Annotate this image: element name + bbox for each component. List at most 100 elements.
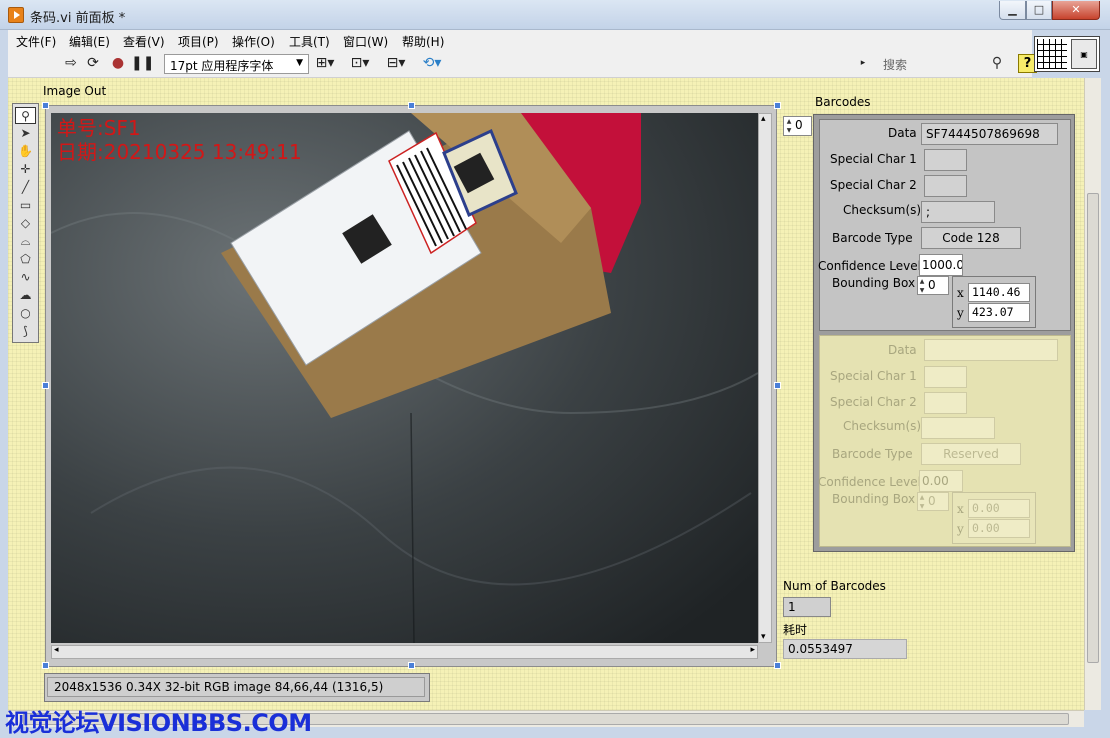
scroll-left-icon[interactable]: ◂: [54, 645, 59, 655]
checksum-label: Checksum(s): [843, 419, 922, 433]
data-field[interactable]: SF7444507869698: [921, 123, 1058, 145]
connector-grid-icon: [1037, 39, 1067, 69]
abort-icon[interactable]: ●: [109, 55, 127, 72]
barcode-type-field[interactable]: Code 128: [921, 227, 1021, 249]
bbox-spinner-icon[interactable]: ▲ ▼: [918, 493, 926, 510]
freehand-region-icon[interactable]: ☁: [15, 287, 36, 304]
index-spinner-icon[interactable]: ▲ ▼: [785, 117, 793, 135]
special-char2-label: Special Char 2: [830, 178, 917, 192]
toolbar-expand-icon[interactable]: ▸: [858, 55, 868, 72]
menu-window[interactable]: 窗口(W): [343, 33, 388, 50]
x-label: x: [957, 286, 964, 300]
array-index[interactable]: ▲ ▼ 0: [783, 116, 812, 136]
connector-pane-icon[interactable]: ▣: [1034, 36, 1100, 72]
panel-vertical-scrollbar[interactable]: [1084, 78, 1101, 710]
scroll-up-icon[interactable]: ▴: [761, 114, 766, 124]
menu-project[interactable]: 项目(P): [178, 33, 219, 50]
image-out-label: Image Out: [43, 84, 107, 98]
image-vertical-scrollbar[interactable]: ▴ ▾: [758, 113, 772, 643]
image-canvas[interactable]: 单号:SF1 日期:20210325 13:49:11: [51, 113, 758, 643]
image-tools-palette: ⚲ ➤ ✋ ✛ ╱ ▭ ◇ ⌓ ⬠ ∿ ☁ ○ ⟆: [12, 103, 39, 343]
menu-file[interactable]: 文件(F): [16, 33, 56, 50]
distribute-objects-icon[interactable]: ⊡▾: [346, 55, 374, 72]
bbox-index-value: 0: [928, 494, 936, 508]
bbox-index[interactable]: ▲ ▼ 0: [917, 492, 949, 511]
resize-handle[interactable]: [408, 102, 415, 109]
special-char1-field[interactable]: [924, 149, 967, 171]
menu-tools[interactable]: 工具(T): [289, 33, 330, 50]
overlay-date: 日期:20210325 13:49:11: [57, 140, 302, 164]
freehand-tool-icon[interactable]: ∿: [15, 269, 36, 286]
menu-edit[interactable]: 编辑(E): [69, 33, 110, 50]
run-continuously-icon[interactable]: ⟳: [84, 55, 102, 72]
resize-handle[interactable]: [42, 662, 49, 669]
y-label: y: [957, 522, 964, 536]
align-objects-icon[interactable]: ⊞▾: [311, 55, 339, 72]
chevron-down-icon: ▼: [296, 58, 303, 68]
image-horizontal-scrollbar[interactable]: ◂ ▸: [51, 645, 758, 659]
run-arrow-icon[interactable]: ⇨: [62, 55, 80, 72]
resize-handle[interactable]: [42, 102, 49, 109]
resize-handle[interactable]: [42, 382, 49, 389]
polygon-tool-icon[interactable]: ⬠: [15, 251, 36, 268]
font-select[interactable]: 17pt 应用程序字体 ▼: [164, 54, 309, 74]
elapsed-time-field[interactable]: 0.0553497: [783, 639, 907, 659]
captured-photo: 单号:SF1 日期:20210325 13:49:11: [51, 113, 758, 643]
x-field[interactable]: 1140.46: [968, 283, 1030, 302]
menu-help[interactable]: 帮助(H): [402, 33, 444, 50]
bbox-index-value: 0: [928, 278, 936, 292]
resize-handle[interactable]: [774, 102, 781, 109]
confidence-field[interactable]: 1000.0: [919, 254, 963, 276]
oval-tool-icon[interactable]: ○: [15, 305, 36, 322]
confidence-field[interactable]: 0.00: [919, 470, 963, 492]
bounding-box-label: Bounding Box: [832, 492, 916, 506]
special-char1-field[interactable]: [924, 366, 967, 388]
num-barcodes-field[interactable]: 1: [783, 597, 831, 617]
zoom-tool-icon[interactable]: ⚲: [15, 107, 36, 124]
special-char2-field[interactable]: [924, 392, 967, 414]
resize-handle[interactable]: [774, 382, 781, 389]
resize-handle[interactable]: [774, 662, 781, 669]
scroll-right-icon[interactable]: ▸: [750, 645, 755, 655]
point-tool-icon[interactable]: ✛: [15, 161, 36, 178]
special-char2-field[interactable]: [924, 175, 967, 197]
bbox-spinner-icon[interactable]: ▲ ▼: [918, 277, 926, 294]
y-field[interactable]: 0.00: [968, 519, 1030, 538]
data-field[interactable]: [924, 339, 1058, 361]
pan-tool-icon[interactable]: ✋: [15, 143, 36, 160]
close-button[interactable]: ✕: [1052, 1, 1100, 20]
maximize-button[interactable]: □: [1026, 1, 1052, 20]
resize-handle[interactable]: [408, 662, 415, 669]
annulus-tool-icon[interactable]: ⌓: [15, 233, 36, 250]
checksum-field[interactable]: ;: [921, 201, 995, 223]
menu-bar: 文件(F) 编辑(E) 查看(V) 项目(P) 操作(O) 工具(T) 窗口(W…: [8, 30, 1032, 50]
line-tool-icon[interactable]: ╱: [15, 179, 36, 196]
resize-objects-icon[interactable]: ⊟▾: [382, 55, 410, 72]
special-char1-label: Special Char 1: [830, 369, 917, 383]
search-icon[interactable]: ⚲: [988, 55, 1006, 73]
pause-icon[interactable]: ❚❚: [131, 55, 154, 72]
rectangle-tool-icon[interactable]: ▭: [15, 197, 36, 214]
barcodes-label: Barcodes: [815, 95, 871, 109]
pointer-tool-icon[interactable]: ➤: [15, 125, 36, 142]
confidence-label: Confidence Level: [818, 259, 921, 273]
vi-icon: ▣: [1071, 39, 1097, 69]
menu-view[interactable]: 查看(V): [123, 33, 165, 50]
x-field[interactable]: 0.00: [968, 499, 1030, 518]
barcode-type-field[interactable]: Reserved: [921, 443, 1021, 465]
bbox-index[interactable]: ▲ ▼ 0: [917, 276, 949, 295]
broken-line-tool-icon[interactable]: ⟆: [15, 323, 36, 340]
rotated-rectangle-tool-icon[interactable]: ◇: [15, 215, 36, 232]
special-char1-label: Special Char 1: [830, 152, 917, 166]
checksum-field[interactable]: [921, 417, 995, 439]
scroll-down-icon[interactable]: ▾: [761, 632, 766, 642]
barcode-type-label: Barcode Type: [832, 447, 913, 461]
menu-operate[interactable]: 操作(O): [232, 33, 275, 50]
toolbar: ⇨ ⟳ ● ❚❚ 17pt 应用程序字体 ▼ ⊞▾ ⊡▾ ⊟▾ ⟲▾ ▸ 搜索 …: [8, 50, 1037, 78]
scroll-thumb[interactable]: [1087, 193, 1099, 663]
confidence-label: Confidence Level: [818, 475, 921, 489]
reorder-icon[interactable]: ⟲▾: [418, 55, 446, 72]
y-field[interactable]: 423.07: [968, 303, 1030, 322]
minimize-button[interactable]: ▁: [999, 1, 1026, 20]
overlay-order-number: 单号:SF1: [57, 116, 141, 140]
